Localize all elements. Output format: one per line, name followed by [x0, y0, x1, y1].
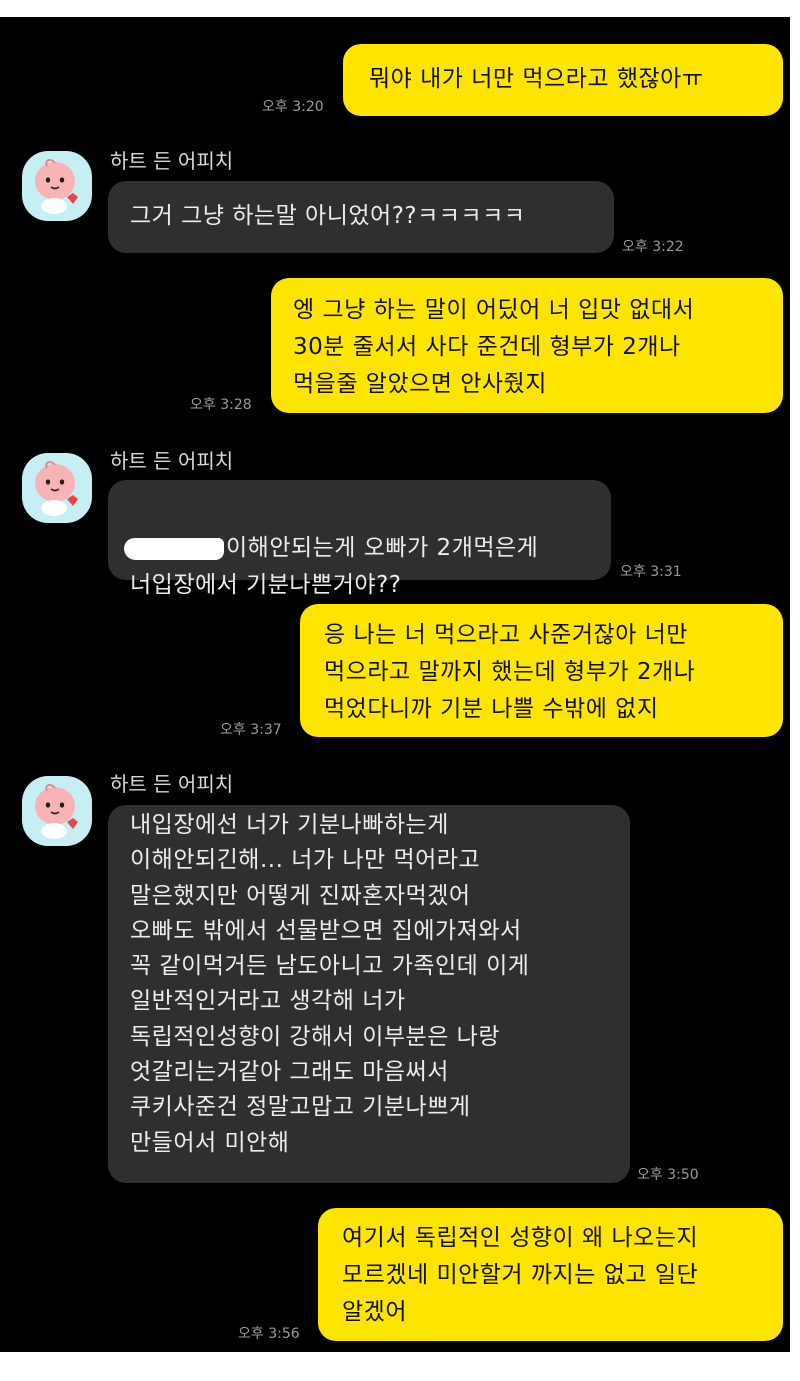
chat-screen[interactable]: 뭐야 내가 너만 먹으라고 했잖아ㅠ 오후 3:20 하트 든 어피치 그거 그… [0, 17, 790, 1352]
message-time: 오후 3:50 [637, 1167, 699, 1183]
message-time: 오후 3:20 [262, 99, 324, 115]
message-time: 오후 3:28 [190, 397, 252, 413]
redacted-name-mark [124, 537, 224, 560]
contact-name: 하트 든 어피치 [110, 772, 234, 796]
my-message-bubble[interactable]: 엥 그냥 하는 말이 어딨어 너 입맛 없대서 30분 줄서서 사다 준건데 형… [271, 278, 783, 413]
apeach-avatar-icon [35, 461, 78, 516]
contact-avatar[interactable] [22, 453, 92, 523]
my-message-bubble[interactable]: 여기서 독립적인 성향이 왜 나오는지 모르겠네 미안할거 까지는 없고 일단 … [318, 1208, 783, 1341]
my-message-bubble[interactable]: 응 나는 너 먹으라고 사준거잖아 너만 먹으라고 말까지 했는데 형부가 2개… [300, 604, 783, 737]
their-message-bubble[interactable]: 이해안되는게 오빠가 2개먹은게 너입장에서 기분나쁜거야?? [108, 480, 611, 598]
their-message-bubble[interactable]: 내입장에선 너가 기분나빠하는게 이해안되긴해... 너가 나만 먹어라고 말은… [108, 805, 630, 1183]
message-time: 오후 3:56 [238, 1326, 300, 1342]
message-time: 오후 3:22 [622, 239, 684, 255]
their-message-bubble[interactable]: 그거 그냥 하는말 아니었어??ㅋㅋㅋㅋㅋ [108, 181, 614, 253]
contact-name: 하트 든 어피치 [110, 149, 234, 173]
contact-avatar[interactable] [22, 776, 92, 846]
my-message-bubble[interactable]: 뭐야 내가 너만 먹으라고 했잖아ㅠ [343, 44, 783, 116]
message-time: 오후 3:37 [220, 722, 282, 738]
apeach-avatar-icon [35, 159, 78, 214]
contact-avatar[interactable] [22, 151, 92, 221]
contact-name: 하트 든 어피치 [110, 449, 234, 473]
apeach-avatar-icon [35, 784, 78, 839]
message-time: 오후 3:31 [620, 564, 682, 580]
